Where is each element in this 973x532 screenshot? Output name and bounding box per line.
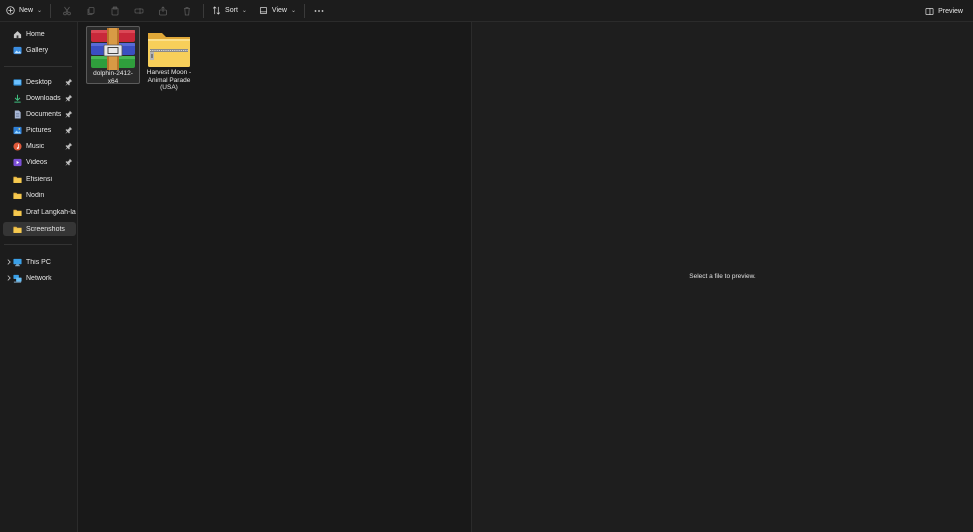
preview-button[interactable]: Preview — [921, 2, 967, 20]
sidebar-item-music[interactable]: Music — [3, 139, 76, 153]
preview-placeholder-text: Select a file to preview. — [689, 273, 756, 280]
sidebar-separator — [4, 66, 72, 67]
preview-pane: Select a file to preview. — [471, 22, 973, 532]
folder-icon — [13, 175, 22, 184]
sidebar-item-documents[interactable]: Documents — [3, 107, 76, 121]
sidebar-separator — [4, 244, 72, 245]
home-icon — [13, 30, 22, 39]
copy-icon[interactable] — [82, 2, 100, 20]
sidebar-item-draf-langkah-langkah[interactable]: Draf Langkah-langkah — [3, 205, 76, 219]
sidebar-item-this-pc[interactable]: This PC — [3, 255, 76, 269]
documents-icon — [13, 109, 22, 119]
sidebar-item-screenshots[interactable]: Screenshots — [3, 222, 76, 236]
sidebar-item-desktop[interactable]: Desktop — [3, 75, 76, 89]
delete-icon[interactable] — [178, 2, 196, 20]
toolbar-separator — [304, 3, 305, 18]
toolbar-separator — [203, 3, 205, 18]
new-label: New — [19, 7, 34, 14]
pin-icon — [65, 78, 73, 86]
file-list: dolphin-2412-x64 Harvest Moon - Animal P… — [78, 22, 471, 532]
sidebar-item-downloads[interactable]: Downloads — [3, 91, 76, 105]
pin-icon — [65, 126, 73, 134]
command-bar: New ⌄ Sort ⌄ View ⌄ Preview — [0, 0, 973, 22]
preview-pane-icon — [925, 7, 934, 15]
view-label: View — [271, 7, 287, 14]
download-icon — [13, 94, 22, 103]
chevron-down-icon: ⌄ — [37, 8, 43, 14]
sidebar-item-videos[interactable]: Videos — [3, 155, 76, 169]
chevron-right-icon[interactable] — [5, 258, 13, 266]
sidebar-item-efisiensi[interactable]: Efisiensi — [3, 172, 76, 186]
pin-icon — [65, 94, 73, 102]
pin-icon — [65, 110, 73, 118]
share-icon[interactable] — [154, 2, 172, 20]
desktop-icon — [13, 78, 22, 87]
sidebar-item-pictures[interactable]: Pictures — [3, 123, 76, 137]
pin-icon — [65, 158, 73, 166]
winrar-archive-icon — [91, 28, 135, 70]
pictures-icon — [13, 126, 22, 135]
cut-icon[interactable] — [58, 2, 76, 20]
navigation-pane: Home Gallery Desktop Downloads Documents… — [0, 22, 78, 532]
this-pc-icon — [13, 258, 22, 267]
plus-circle-icon — [6, 6, 15, 15]
preview-label: Preview — [938, 7, 963, 15]
file-name: dolphin-2412-x64 — [93, 70, 133, 85]
view-button[interactable]: View ⌄ — [255, 2, 300, 20]
pin-icon — [65, 142, 73, 150]
rename-icon[interactable] — [130, 2, 148, 20]
more-options-icon[interactable] — [312, 2, 326, 20]
file-item-dolphin-archive[interactable]: dolphin-2412-x64 — [86, 26, 140, 85]
sidebar-item-gallery[interactable]: Gallery — [3, 43, 76, 57]
paste-icon[interactable] — [106, 2, 124, 20]
sidebar-item-network[interactable]: Network — [3, 271, 76, 285]
folder-icon — [13, 225, 22, 234]
sidebar-item-home[interactable]: Home — [3, 27, 76, 41]
chevron-down-icon: ⌄ — [290, 8, 296, 14]
videos-icon — [13, 158, 22, 167]
music-icon — [13, 141, 22, 151]
file-item-harvest-moon-zip[interactable]: Harvest Moon - Animal Parade (USA) — [142, 26, 196, 98]
network-icon — [13, 274, 22, 283]
folder-icon — [13, 208, 22, 217]
chevron-down-icon: ⌄ — [241, 8, 247, 14]
sort-icon — [212, 6, 221, 15]
new-button[interactable]: New ⌄ — [2, 2, 46, 20]
toolbar-separator — [50, 3, 52, 18]
chevron-right-icon[interactable] — [5, 274, 13, 282]
gallery-icon — [13, 46, 22, 55]
sort-label: Sort — [225, 7, 238, 14]
zip-folder-icon — [148, 33, 190, 67]
sidebar-item-nodin[interactable]: Nodin — [3, 188, 76, 202]
sort-button[interactable]: Sort ⌄ — [208, 2, 251, 20]
folder-icon — [13, 191, 22, 200]
view-icon — [259, 6, 267, 15]
file-name: Harvest Moon - Animal Parade (USA) — [146, 69, 192, 91]
